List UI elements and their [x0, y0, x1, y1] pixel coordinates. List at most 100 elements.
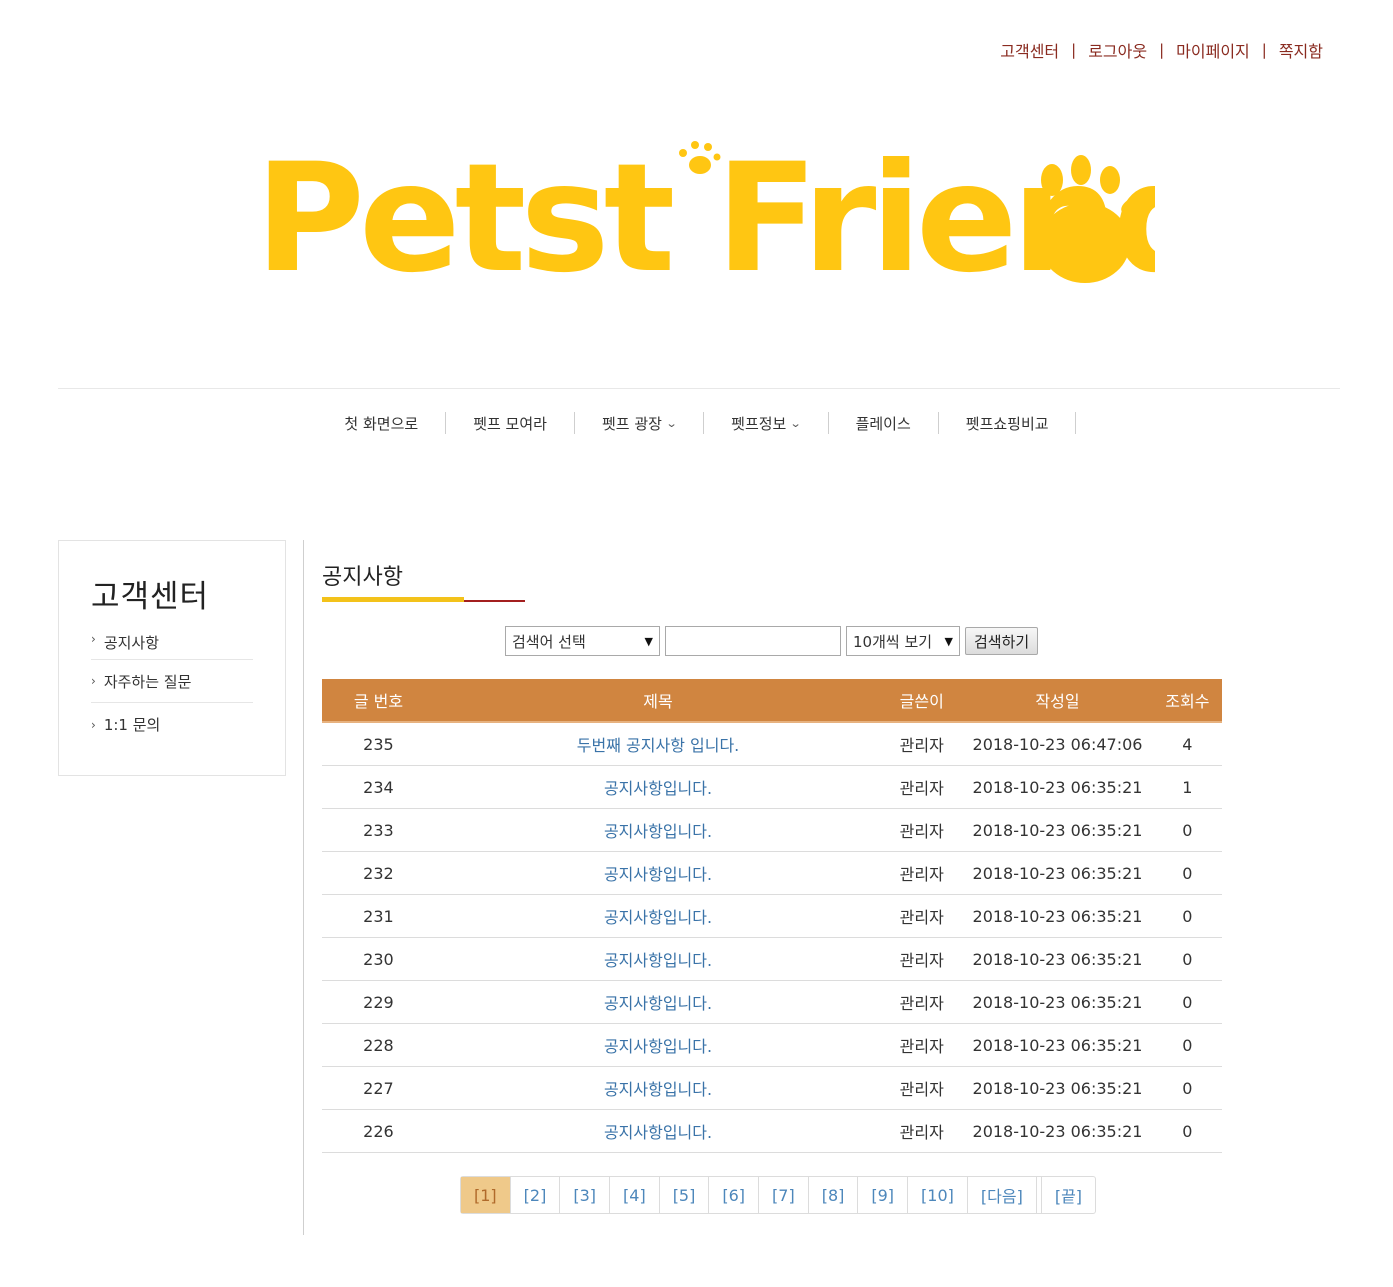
- table-row: 235 두번째 공지사항 입니다. 관리자 2018-10-23 06:47:0…: [322, 722, 1222, 766]
- dropdown-arrow-icon: ▼: [944, 634, 953, 648]
- sidebar-item-faq[interactable]: › 자주하는 질문: [91, 660, 253, 703]
- post-link[interactable]: 공지사항입니다.: [434, 980, 882, 1024]
- cell-no: 232: [322, 851, 435, 895]
- logo-text: Petst Friends: [255, 132, 1155, 295]
- nav-label: 플레이스: [855, 414, 911, 433]
- cell-date: 2018-10-23 06:35:21: [962, 765, 1153, 809]
- nav-place[interactable]: 플레이스: [829, 412, 939, 434]
- search-button[interactable]: 검색하기: [965, 627, 1039, 655]
- page-link-4[interactable]: [4]: [610, 1177, 660, 1213]
- post-link[interactable]: 공지사항입니다.: [434, 1023, 882, 1067]
- page-link-7[interactable]: [7]: [759, 1177, 809, 1213]
- page-size-select[interactable]: 10개씩 보기 ▼: [846, 626, 960, 656]
- cell-views: 0: [1152, 937, 1222, 981]
- nav-home[interactable]: 첫 화면으로: [317, 412, 447, 434]
- cell-no: 231: [322, 894, 435, 938]
- top-link-mypage[interactable]: 마이페이지: [1176, 38, 1250, 62]
- cell-date: 2018-10-23 06:35:21: [962, 980, 1153, 1024]
- sidebar-item-inquiry[interactable]: › 1:1 문의: [91, 703, 253, 746]
- table-row: 228 공지사항입니다. 관리자 2018-10-23 06:35:21 0: [322, 1023, 1222, 1067]
- cell-no: 233: [322, 808, 435, 852]
- top-link-logout[interactable]: 로그아웃: [1088, 38, 1147, 62]
- site-logo[interactable]: Petst Friends: [255, 125, 1155, 295]
- cell-views: 4: [1152, 722, 1222, 766]
- search-field-select[interactable]: 검색어 선택 ▼: [505, 626, 660, 656]
- table-row: 230 공지사항입니다. 관리자 2018-10-23 06:35:21 0: [322, 937, 1222, 981]
- cell-no: 234: [322, 765, 435, 809]
- chevron-right-icon: ›: [91, 674, 96, 688]
- page-link-2[interactable]: [2]: [511, 1177, 561, 1213]
- cell-views: 0: [1152, 1023, 1222, 1067]
- page-last-button[interactable]: [끝]: [1042, 1177, 1095, 1213]
- nav-shopping[interactable]: 펫프쇼핑비교: [939, 412, 1076, 434]
- header-divider: [58, 388, 1340, 389]
- post-link[interactable]: 공지사항입니다.: [434, 851, 882, 895]
- main-nav: 첫 화면으로 펫프 모여라 펫프 광장 ⌄ 펫프정보 ⌄ 플레이스 펫프쇼핑비교: [0, 412, 1393, 434]
- title-underline-accent: [322, 597, 464, 602]
- cell-date: 2018-10-23 06:35:21: [962, 1023, 1153, 1067]
- cell-date: 2018-10-23 06:35:21: [962, 1066, 1153, 1110]
- post-link[interactable]: 공지사항입니다.: [434, 937, 882, 981]
- pagination: [1] [2] [3] [4] [5] [6] [7] [8] [9] [10]…: [460, 1176, 1097, 1214]
- table-row: 233 공지사항입니다. 관리자 2018-10-23 06:35:21 0: [322, 808, 1222, 852]
- column-header-date: 작성일: [962, 679, 1153, 723]
- sidebar-item-label: 자주하는 질문: [103, 672, 192, 691]
- content-divider: [303, 540, 304, 1235]
- search-bar: 검색어 선택 ▼ 10개씩 보기 ▼ 검색하기: [505, 626, 1039, 656]
- cell-writer: 관리자: [881, 1023, 963, 1067]
- cell-writer: 관리자: [881, 1066, 963, 1110]
- column-header-no: 글 번호: [322, 679, 435, 723]
- cell-date: 2018-10-23 06:35:21: [962, 808, 1153, 852]
- nav-label: 첫 화면으로: [344, 414, 419, 433]
- table-header-row: 글 번호 제목 글쓴이 작성일 조회수: [322, 679, 1222, 723]
- page-link-8[interactable]: [8]: [809, 1177, 859, 1213]
- page-next-button[interactable]: [다음]: [968, 1177, 1037, 1213]
- cell-writer: 관리자: [881, 894, 963, 938]
- cell-no: 226: [322, 1109, 435, 1153]
- cell-views: 0: [1152, 808, 1222, 852]
- page-link-3[interactable]: [3]: [560, 1177, 611, 1213]
- page-link-9[interactable]: [9]: [858, 1177, 909, 1213]
- top-links: 고객센터 | 로그아웃 | 마이페이지 | 쪽지함: [1000, 38, 1323, 62]
- post-link[interactable]: 공지사항입니다.: [434, 808, 882, 852]
- cell-no: 235: [322, 722, 435, 766]
- nav-info[interactable]: 펫프정보 ⌄: [704, 412, 829, 434]
- cell-views: 0: [1152, 894, 1222, 938]
- cell-no: 229: [322, 980, 435, 1024]
- cell-date: 2018-10-23 06:35:21: [962, 937, 1153, 981]
- column-header-writer: 글쓴이: [881, 679, 963, 723]
- page-link-10[interactable]: [10]: [908, 1177, 968, 1213]
- table-row: 226 공지사항입니다. 관리자 2018-10-23 06:35:21 0: [322, 1109, 1222, 1153]
- sidebar-menu: › 공지사항 › 자주하는 질문 › 1:1 문의: [91, 626, 253, 746]
- sidebar-item-notice[interactable]: › 공지사항: [91, 626, 253, 660]
- nav-label: 펫프 광장: [601, 414, 662, 433]
- post-link[interactable]: 공지사항입니다.: [434, 1109, 882, 1153]
- top-link-customer-center[interactable]: 고객센터: [1000, 38, 1059, 62]
- post-link[interactable]: 두번째 공지사항 입니다.: [434, 722, 882, 766]
- chevron-down-icon: ⌄: [789, 416, 802, 430]
- sidebar-item-label: 1:1 문의: [103, 716, 161, 734]
- cell-writer: 관리자: [881, 808, 963, 852]
- nav-square[interactable]: 펫프 광장 ⌄: [575, 412, 705, 434]
- cell-writer: 관리자: [881, 722, 963, 766]
- post-link[interactable]: 공지사항입니다.: [434, 894, 882, 938]
- cell-date: 2018-10-23 06:35:21: [962, 1109, 1153, 1153]
- post-link[interactable]: 공지사항입니다.: [434, 765, 882, 809]
- cell-writer: 관리자: [881, 765, 963, 809]
- cell-date: 2018-10-23 06:47:06: [962, 722, 1153, 766]
- page-link-6[interactable]: [6]: [709, 1177, 760, 1213]
- column-header-views: 조회수: [1152, 679, 1222, 723]
- chevron-down-icon: ⌄: [665, 416, 678, 430]
- page-link-5[interactable]: [5]: [660, 1177, 710, 1213]
- cell-no: 227: [322, 1066, 435, 1110]
- chevron-right-icon: ›: [91, 717, 96, 732]
- nav-label: 펫프쇼핑비교: [965, 414, 1049, 433]
- search-input[interactable]: [665, 626, 841, 656]
- page-link-1[interactable]: [1]: [461, 1177, 511, 1213]
- nav-gather[interactable]: 펫프 모여라: [446, 412, 575, 434]
- post-link[interactable]: 공지사항입니다.: [434, 1066, 882, 1110]
- cell-writer: 관리자: [881, 937, 963, 981]
- separator: |: [1159, 41, 1165, 59]
- top-link-messages[interactable]: 쪽지함: [1279, 38, 1323, 62]
- cell-writer: 관리자: [881, 980, 963, 1024]
